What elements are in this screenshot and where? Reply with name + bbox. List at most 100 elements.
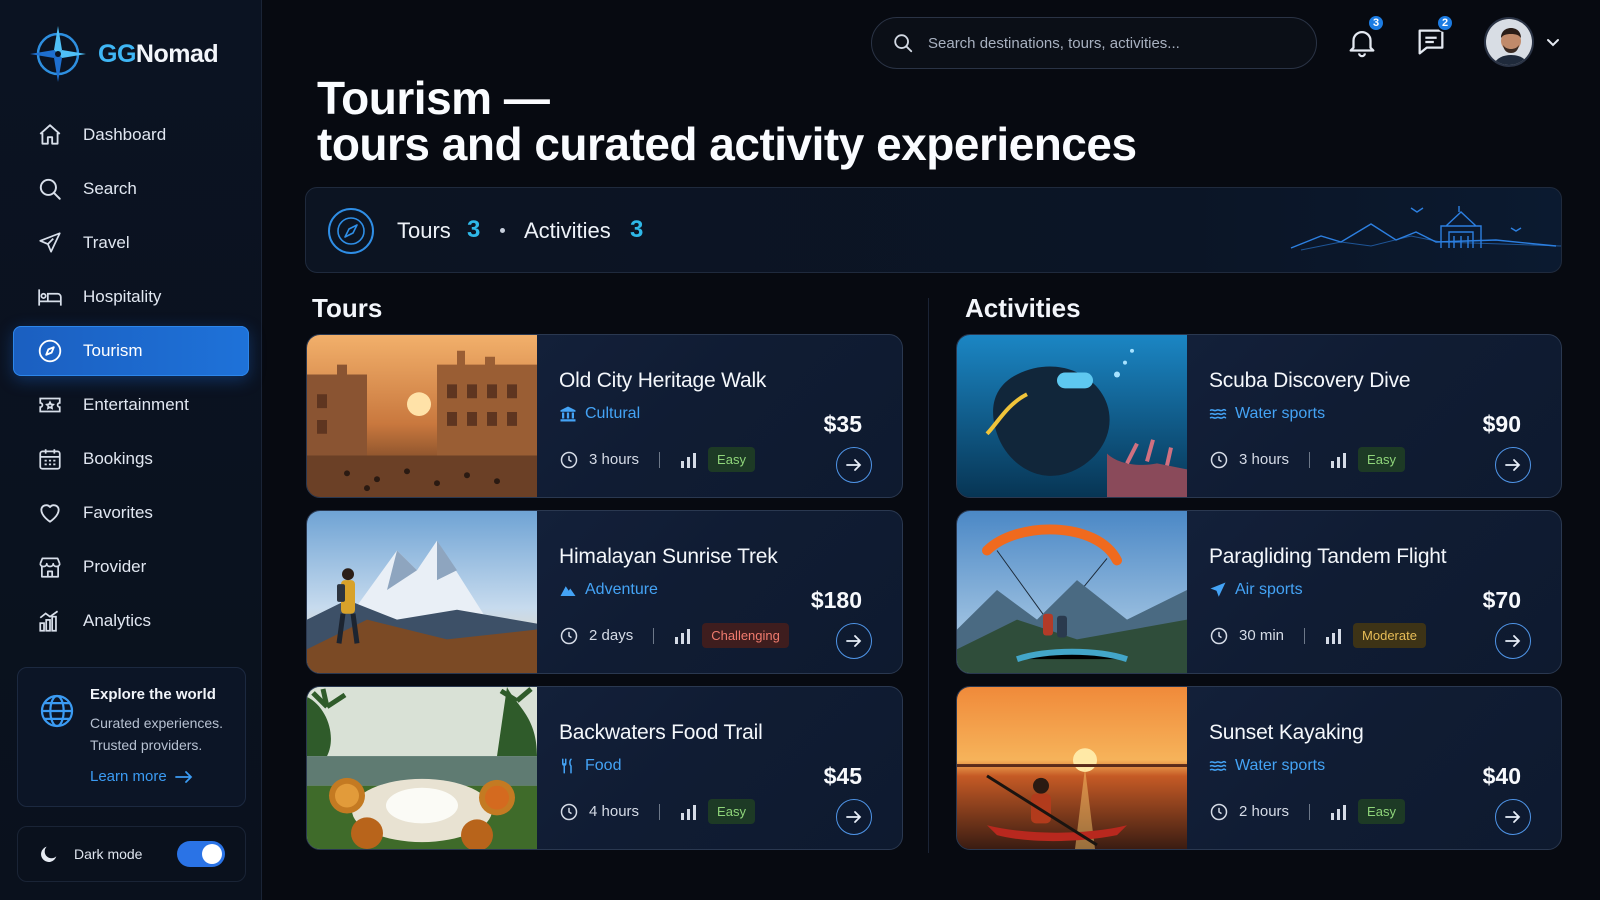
messages-badge: 2 [1436, 14, 1454, 32]
activity-card[interactable]: Paragliding Tandem Flight Air sports 30 … [956, 510, 1562, 674]
activity-price: $90 [1482, 411, 1521, 437]
tour-category-label: Adventure [585, 581, 658, 598]
difficulty-badge: Easy [708, 447, 755, 472]
tours-label: Tours [397, 218, 451, 243]
sidebar-item-provider[interactable]: Provider [13, 542, 249, 592]
chevron-down-icon[interactable] [1545, 37, 1561, 49]
museum-icon [560, 406, 576, 422]
notifications-badge: 3 [1367, 14, 1385, 32]
search-bar[interactable] [871, 17, 1317, 69]
clock-icon [1210, 803, 1228, 820]
sidebar-item-entertainment[interactable]: Entertainment [13, 380, 249, 430]
sidebar-item-label: Favorites [83, 503, 153, 522]
clock-icon [560, 451, 578, 468]
explore-card: Explore the world Curated experiences. T… [17, 667, 246, 807]
paragliding-photo [957, 511, 1187, 673]
tour-category-label: Food [585, 757, 622, 774]
tour-category: Adventure [559, 581, 658, 599]
sidebar-item-label: Provider [83, 557, 147, 576]
activity-category-label: Water sports [1235, 757, 1326, 774]
logo[interactable]: GGNomad [28, 24, 219, 84]
tour-meta: 4 hours Easy [559, 799, 755, 824]
open-activity-button[interactable] [1495, 799, 1531, 835]
open-tour-button[interactable] [836, 623, 872, 659]
notifications-button[interactable]: 3 [1345, 14, 1385, 65]
meta-separator [1304, 627, 1306, 644]
globe-icon [40, 694, 74, 728]
arrow-right-icon [1505, 811, 1521, 823]
waves-icon [1209, 408, 1227, 419]
activity-price: $40 [1482, 763, 1521, 789]
signal-bars-icon [681, 452, 697, 468]
clock-icon [1210, 627, 1228, 644]
himalayan-trek-photo [307, 511, 537, 673]
difficulty-badge: Moderate [1353, 623, 1426, 648]
difficulty-badge: Challenging [702, 623, 789, 648]
difficulty-badge: Easy [708, 799, 755, 824]
open-tour-button[interactable] [836, 447, 872, 483]
explore-title: Explore the world [90, 686, 216, 703]
food-trail-photo [307, 687, 537, 849]
activity-category: Air sports [1209, 581, 1303, 599]
separator-dot [500, 228, 505, 233]
explore-description: Curated experiences. Trusted providers. [90, 712, 240, 756]
page-title-line-1: Tourism — [317, 72, 550, 124]
tour-duration: 3 hours [589, 451, 640, 468]
tour-card[interactable]: Himalayan Sunrise Trek Adventure 2 days … [306, 510, 903, 674]
dark-mode-toggle[interactable] [177, 841, 225, 867]
sidebar-item-travel[interactable]: Travel [13, 218, 249, 268]
open-tour-button[interactable] [836, 799, 872, 835]
sidebar-item-search[interactable]: Search [13, 164, 249, 214]
bar-chart-icon [39, 610, 59, 632]
activity-duration: 2 hours [1239, 803, 1290, 820]
activities-count: 3 [630, 216, 644, 243]
sidebar-item-dashboard[interactable]: Dashboard [13, 110, 249, 160]
compass-rose-logo-icon [30, 26, 86, 82]
explore-line-2: Trusted providers. [90, 737, 203, 753]
search-input[interactable] [928, 34, 1288, 52]
avatar[interactable] [1484, 17, 1534, 67]
sidebar-item-analytics[interactable]: Analytics [13, 596, 249, 646]
activity-duration: 3 hours [1239, 451, 1290, 468]
summary-bar: Tours 3 Activities 3 [305, 187, 1562, 273]
mountain-icon [560, 586, 576, 596]
activity-card[interactable]: Scuba Discovery Dive Water sports 3 hour… [956, 334, 1562, 498]
tour-card[interactable]: Backwaters Food Trail Food 4 hours Easy … [306, 686, 903, 850]
learn-more-link[interactable]: Learn more [90, 768, 193, 785]
meta-separator [1309, 803, 1311, 820]
activity-meta: 2 hours Easy [1209, 799, 1405, 824]
waves-icon [1209, 760, 1227, 771]
tour-title: Himalayan Sunrise Trek [559, 545, 778, 568]
sidebar-item-hospitality[interactable]: Hospitality [13, 272, 249, 322]
difficulty-badge: Easy [1358, 799, 1405, 824]
open-activity-button[interactable] [1495, 623, 1531, 659]
bed-icon [38, 289, 62, 306]
open-activity-button[interactable] [1495, 447, 1531, 483]
calendar-icon [39, 449, 61, 470]
scuba-dive-photo [957, 335, 1187, 497]
arrow-right-icon [1505, 459, 1521, 471]
activities-label: Activities [524, 218, 611, 243]
arrow-right-icon [846, 459, 862, 471]
heritage-walk-photo [307, 335, 537, 497]
sidebar-item-tourism[interactable]: Tourism [13, 326, 249, 376]
plane-icon [39, 232, 61, 253]
sidebar-item-bookings[interactable]: Bookings [13, 434, 249, 484]
activity-meta: 30 min Moderate [1209, 623, 1426, 648]
sidebar-item-favorites[interactable]: Favorites [13, 488, 249, 538]
arrow-right-icon [1505, 635, 1521, 647]
paper-plane-icon [1210, 582, 1226, 597]
tour-price: $35 [823, 411, 862, 437]
kayaking-photo [957, 687, 1187, 849]
activity-meta: 3 hours Easy [1209, 447, 1405, 472]
messages-button[interactable]: 2 [1414, 14, 1454, 65]
activity-card[interactable]: Sunset Kayaking Water sports 2 hours Eas… [956, 686, 1562, 850]
explore-line-1: Curated experiences. [90, 715, 224, 731]
brand-prefix: GG [98, 39, 136, 68]
activities-heading: Activities [965, 293, 1081, 323]
sidebar-item-label: Travel [83, 233, 130, 252]
tour-card[interactable]: Old City Heritage Walk Cultural 3 hours … [306, 334, 903, 498]
sidebar-item-label: Entertainment [83, 395, 189, 414]
ticket-icon [39, 397, 61, 413]
page-title: Tourism — tours and curated activity exp… [317, 75, 1137, 167]
